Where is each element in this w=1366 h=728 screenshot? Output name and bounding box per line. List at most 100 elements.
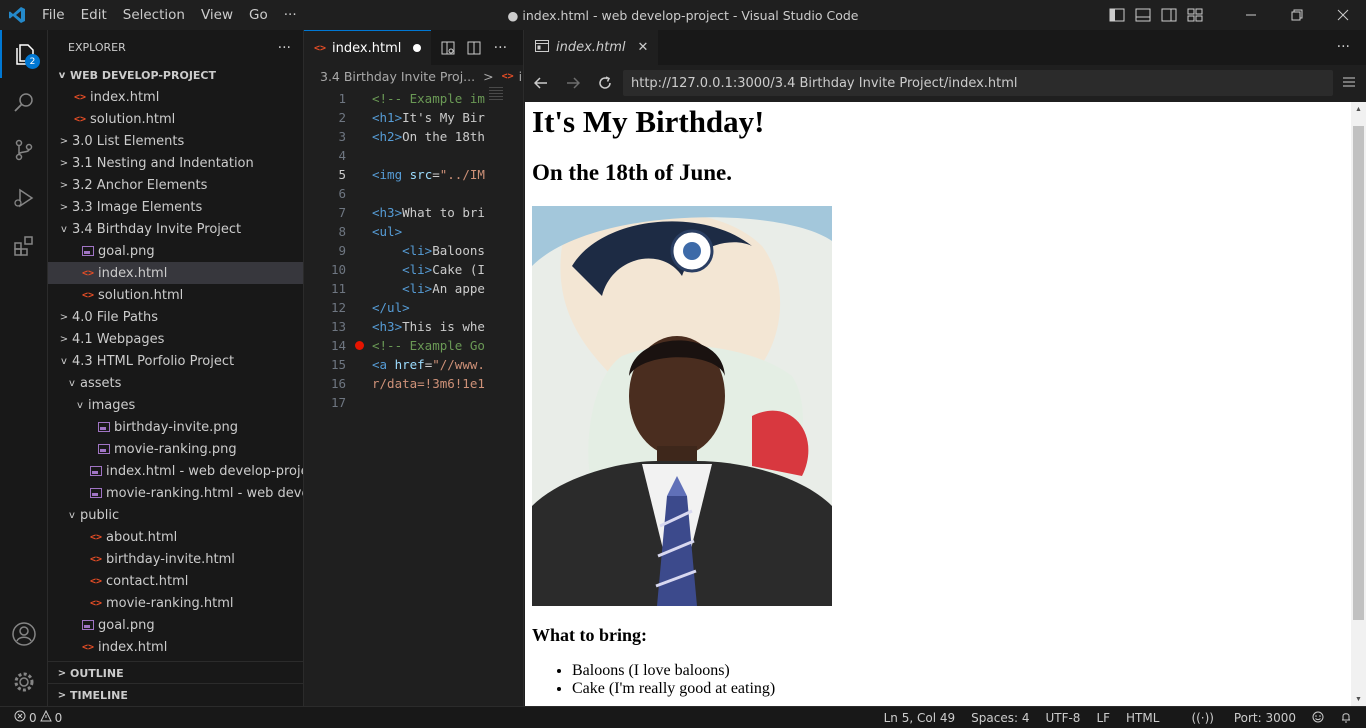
code-line[interactable]: 8 <ul> <box>304 222 523 241</box>
indentation[interactable]: Spaces: 4 <box>971 711 1029 725</box>
tree-file[interactable]: <> movie-ranking.html <box>48 592 303 614</box>
code-line[interactable]: 6 <box>304 184 523 203</box>
scrollbar-thumb[interactable] <box>1353 126 1364 620</box>
code-line[interactable]: 14 <!-- Example Go <box>304 336 523 355</box>
code-line[interactable]: 5 <img src="../IM <box>304 165 523 184</box>
code-line[interactable]: 13 <h3>This is whe <box>304 317 523 336</box>
tree-file[interactable]: birthday-invite.png <box>48 416 303 438</box>
code-line[interactable]: 10 <li>Cake (I <box>304 260 523 279</box>
tree-file[interactable]: movie-ranking.png <box>48 438 303 460</box>
source-control-icon[interactable] <box>0 126 48 174</box>
scroll-up-icon[interactable]: ▲ <box>1351 102 1366 116</box>
url-input[interactable]: http://127.0.0.1:3000/3.4 Birthday Invit… <box>623 70 1333 96</box>
code-line[interactable]: 7 <h3>What to bri <box>304 203 523 222</box>
notifications-bell-icon[interactable] <box>1340 711 1352 726</box>
code-line[interactable]: 9 <li>Baloons <box>304 241 523 260</box>
code-line[interactable]: 17 <box>304 393 523 412</box>
menu-edit[interactable]: Edit <box>73 0 115 30</box>
forward-arrow-icon[interactable] <box>557 77 589 89</box>
accounts-icon[interactable] <box>0 610 48 658</box>
unsaved-dot-icon[interactable] <box>413 44 422 52</box>
breakpoint-icon[interactable] <box>346 341 372 350</box>
tree-folder[interactable]: >3.3 Image Elements <box>48 196 303 218</box>
minimize-icon[interactable] <box>1228 0 1274 30</box>
code-line[interactable]: 3 <h2>On the 18th <box>304 127 523 146</box>
workspace-root[interactable]: v WEB DEVELOP-PROJECT <box>48 64 303 86</box>
tree-file[interactable]: <> solution.html <box>48 284 303 306</box>
menu-go[interactable]: Go <box>241 0 276 30</box>
browser-menu-icon[interactable] <box>1343 76 1355 91</box>
encoding[interactable]: UTF-8 <box>1045 711 1080 725</box>
tree-file[interactable]: <> contact.html <box>48 570 303 592</box>
breadcrumb-file[interactable]: inde <box>519 69 523 84</box>
timeline-section[interactable]: > TIMELINE <box>48 683 304 706</box>
tree-folder[interactable]: >4.0 File Paths <box>48 306 303 328</box>
tree-file[interactable]: <> index.html <box>48 86 303 108</box>
breadcrumb-folder[interactable]: 3.4 Birthday Invite Proj... <box>320 69 475 84</box>
tree-file[interactable]: <> index.html <box>48 636 303 658</box>
reload-icon[interactable] <box>589 76 621 90</box>
tree-file[interactable]: <> solution.html <box>48 108 303 130</box>
tree-file[interactable]: <> birthday-invite.html <box>48 548 303 570</box>
code-editor[interactable]: 1 <!-- Example im 2 <h1>It's My Bir 3 <h2>On … <box>304 87 523 412</box>
code-line[interactable]: 12 </ul> <box>304 298 523 317</box>
close-icon[interactable]: ✕ <box>638 40 649 55</box>
tree-folder[interactable]: >3.0 List Elements <box>48 130 303 152</box>
code-line[interactable]: 16 r/data=!3m6!1e1 <box>304 374 523 393</box>
menu-view[interactable]: View <box>193 0 241 30</box>
problems-indicator[interactable]: 0 0 <box>0 709 62 725</box>
split-editor-icon[interactable] <box>461 41 487 55</box>
back-arrow-icon[interactable] <box>525 77 557 89</box>
code-line[interactable]: 15 <a href="//www. <box>304 355 523 374</box>
tree-file[interactable]: <> index.html <box>48 262 303 284</box>
feedback-icon[interactable] <box>1312 711 1324 726</box>
tree-folder[interactable]: >4.1 Webpages <box>48 328 303 350</box>
close-window-icon[interactable] <box>1320 0 1366 30</box>
tab-browser-index[interactable]: index.html ✕ <box>525 30 659 65</box>
browser-more-icon[interactable]: ··· <box>1337 39 1350 55</box>
code-token: <h1> <box>372 110 403 125</box>
tree-folder[interactable]: v assets <box>48 372 303 394</box>
tree-folder[interactable]: v 4.3 HTML Porfolio Project <box>48 350 303 372</box>
address-bar: http://127.0.0.1:3000/3.4 Birthday Invit… <box>525 65 1366 101</box>
page-scrollbar[interactable]: ▲ ▼ <box>1351 102 1366 706</box>
tree-folder[interactable]: v public <box>48 504 303 526</box>
menu-more[interactable]: ··· <box>276 0 305 30</box>
toggle-panel-icon[interactable] <box>1130 0 1156 30</box>
tree-folder[interactable]: >3.2 Anchor Elements <box>48 174 303 196</box>
search-icon[interactable] <box>0 78 48 126</box>
minimap[interactable] <box>489 87 503 101</box>
tree-file[interactable]: <> about.html <box>48 526 303 548</box>
tree-file[interactable]: goal.png <box>48 614 303 636</box>
tab-index-html[interactable]: <> index.html <box>304 30 432 65</box>
customize-layout-icon[interactable] <box>1182 0 1208 30</box>
extensions-icon[interactable] <box>0 222 48 270</box>
cursor-position[interactable]: Ln 5, Col 49 <box>884 711 956 725</box>
run-debug-icon[interactable] <box>0 174 48 222</box>
code-line[interactable]: 11 <li>An appe <box>304 279 523 298</box>
scroll-down-icon[interactable]: ▼ <box>1351 692 1366 706</box>
live-server-port[interactable]: ((·)) Port: 3000 <box>1175 711 1296 725</box>
editor-more-icon[interactable]: ··· <box>487 40 513 56</box>
restore-icon[interactable] <box>1274 0 1320 30</box>
end-of-line[interactable]: LF <box>1096 711 1110 725</box>
tree-file[interactable]: movie-ranking.html - web develo... <box>48 482 303 504</box>
code-line[interactable]: 2 <h1>It's My Bir <box>304 108 523 127</box>
menu-file[interactable]: File <box>34 0 73 30</box>
tree-file[interactable]: goal.png <box>48 240 303 262</box>
menu-selection[interactable]: Selection <box>115 0 193 30</box>
explorer-icon[interactable]: 2 <box>0 30 48 78</box>
open-preview-icon[interactable] <box>435 41 461 55</box>
manage-gear-icon[interactable] <box>0 658 48 706</box>
tree-folder[interactable]: v 3.4 Birthday Invite Project <box>48 218 303 240</box>
tree-folder[interactable]: v images <box>48 394 303 416</box>
toggle-secondary-sidebar-icon[interactable] <box>1156 0 1182 30</box>
outline-section[interactable]: > OUTLINE <box>48 661 304 684</box>
language-mode[interactable]: HTML <box>1126 711 1159 725</box>
code-line[interactable]: 4 <box>304 146 523 165</box>
tree-folder[interactable]: >3.1 Nesting and Indentation <box>48 152 303 174</box>
tree-file[interactable]: index.html - web develop-project ... <box>48 460 303 482</box>
explorer-more-button[interactable]: ··· <box>278 40 291 56</box>
toggle-primary-sidebar-icon[interactable] <box>1104 0 1130 30</box>
tree-item-label: index.html <box>98 639 168 655</box>
